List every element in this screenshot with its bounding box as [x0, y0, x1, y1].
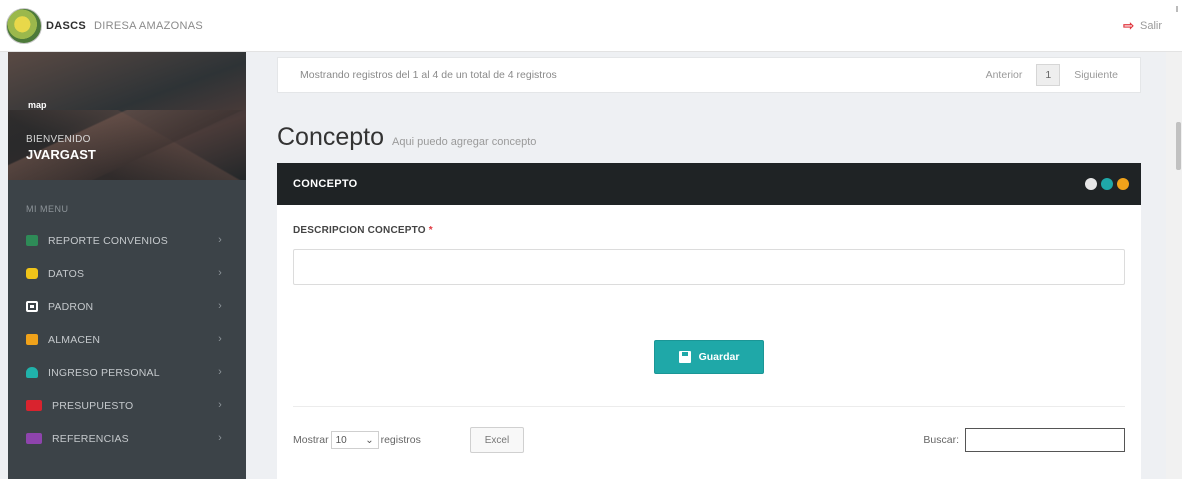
profile-banner: map BIENVENIDO JVARGAST	[8, 52, 246, 180]
chart-icon	[26, 235, 38, 246]
sidebar-item-almacen[interactable]: ALMACEN ›	[8, 323, 246, 356]
show-suffix: registros	[380, 434, 421, 446]
banner-image	[8, 110, 246, 180]
chevron-right-icon: ›	[218, 366, 222, 378]
chevron-right-icon: ›	[218, 234, 222, 246]
close-icon[interactable]	[1117, 178, 1129, 190]
save-button[interactable]: Guardar	[654, 340, 764, 374]
records-info: Mostrando registros del 1 al 4 de un tot…	[300, 69, 557, 81]
welcome-label: BIENVENIDO	[26, 134, 91, 145]
sidebar-item-label: PRESUPUESTO	[52, 399, 134, 412]
floppy-disk-icon	[678, 351, 691, 363]
refresh-icon[interactable]	[1101, 178, 1113, 190]
chevron-down-icon: ⌄	[365, 434, 374, 446]
username: JVARGAST	[26, 147, 96, 162]
next-page-button[interactable]: Siguiente	[1064, 65, 1128, 85]
brand-org: DIRESA AMAZONAS	[94, 20, 204, 32]
logout-label: Salir	[1139, 20, 1162, 32]
brand[interactable]: DASCS DIRESA AMAZONAS	[6, 6, 203, 46]
sidebar-item-label: REFERENCIAS	[52, 432, 129, 445]
description-label: DESCRIPCION CONCEPTO *	[293, 225, 433, 236]
page-title: Concepto	[277, 123, 385, 151]
page-header: Concepto Aqui puedo agregar concepto	[277, 123, 536, 152]
sidebar-item-datos[interactable]: DATOS ›	[8, 257, 246, 290]
sidebar-item-ingreso-personal[interactable]: INGRESO PERSONAL ›	[8, 356, 246, 389]
search-label: Buscar:	[923, 434, 959, 446]
scrollbar-thumb[interactable]	[1176, 122, 1181, 170]
sidebar-item-label: PADRON	[48, 300, 94, 313]
database-icon	[26, 268, 38, 279]
save-button-label: Guardar	[698, 351, 740, 363]
sidebar-item-presupuesto[interactable]: PRESUPUESTO ›	[8, 389, 246, 422]
excel-export-button[interactable]: Excel	[470, 427, 524, 453]
chevron-right-icon: ›	[218, 267, 222, 279]
card-title: CONCEPTO	[293, 178, 358, 190]
list-icon	[26, 433, 42, 444]
sidebar-item-reporte-convenios[interactable]: REPORTE CONVENIOS ›	[8, 224, 246, 257]
description-input[interactable]	[293, 249, 1125, 285]
description-label-text: DESCRIPCION CONCEPTO	[293, 225, 426, 236]
chevron-right-icon: ›	[218, 399, 222, 411]
pagination: Anterior 1 Siguiente	[976, 64, 1128, 86]
page-length-control: Mostrar 10 ⌄ registros	[293, 431, 421, 449]
page-length-value: 10	[335, 434, 347, 446]
page-subtitle: Aqui puedo agregar concepto	[392, 136, 537, 148]
chevron-right-icon: ›	[218, 300, 222, 312]
pagination-bar: Mostrando registros del 1 al 4 de un tot…	[277, 57, 1141, 93]
collapse-icon[interactable]	[1085, 178, 1097, 190]
show-prefix: Mostrar	[293, 434, 329, 446]
user-plus-icon	[26, 367, 38, 378]
menu-title: MI MENU	[26, 204, 69, 214]
chevron-right-icon: ›	[218, 333, 222, 345]
search-control: Buscar:	[923, 428, 1125, 452]
card-tools	[1085, 178, 1129, 190]
sidebar-item-padron[interactable]: PADRON ›	[8, 290, 246, 323]
card-header: CONCEPTO	[277, 163, 1141, 205]
top-bar: DASCS DIRESA AMAZONAS ⇨ Salir	[0, 0, 1182, 52]
page-length-select[interactable]: 10 ⌄	[330, 431, 379, 449]
logo-icon	[6, 8, 42, 44]
previous-page-button[interactable]: Anterior	[976, 65, 1033, 85]
sign-out-icon: ⇨	[1123, 18, 1134, 33]
required-mark: *	[428, 225, 433, 236]
sidebar-item-label: INGRESO PERSONAL	[48, 366, 160, 379]
cubes-icon	[26, 334, 38, 345]
brand-name: DASCS	[46, 20, 87, 32]
chevron-right-icon: ›	[218, 432, 222, 444]
page-number-button[interactable]: 1	[1036, 64, 1061, 86]
sidebar-item-referencias[interactable]: REFERENCIAS ›	[8, 422, 246, 455]
page-scrollbar[interactable]	[1166, 52, 1182, 479]
sidebar: map BIENVENIDO JVARGAST MI MENU REPORTE …	[8, 52, 246, 479]
divider	[293, 406, 1125, 407]
search-input[interactable]	[965, 428, 1125, 452]
money-icon	[26, 400, 42, 411]
sidebar-item-label: REPORTE CONVENIOS	[48, 234, 168, 247]
logout-button[interactable]: ⇨ Salir	[1123, 18, 1162, 34]
sidebar-item-label: DATOS	[48, 267, 85, 280]
divider	[1176, 6, 1178, 12]
sidebar-item-label: ALMACEN	[48, 333, 101, 346]
table-icon	[26, 301, 38, 312]
map-tag: map	[28, 100, 47, 110]
concept-card: CONCEPTO DESCRIPCION CONCEPTO * Guardar M…	[277, 163, 1141, 479]
